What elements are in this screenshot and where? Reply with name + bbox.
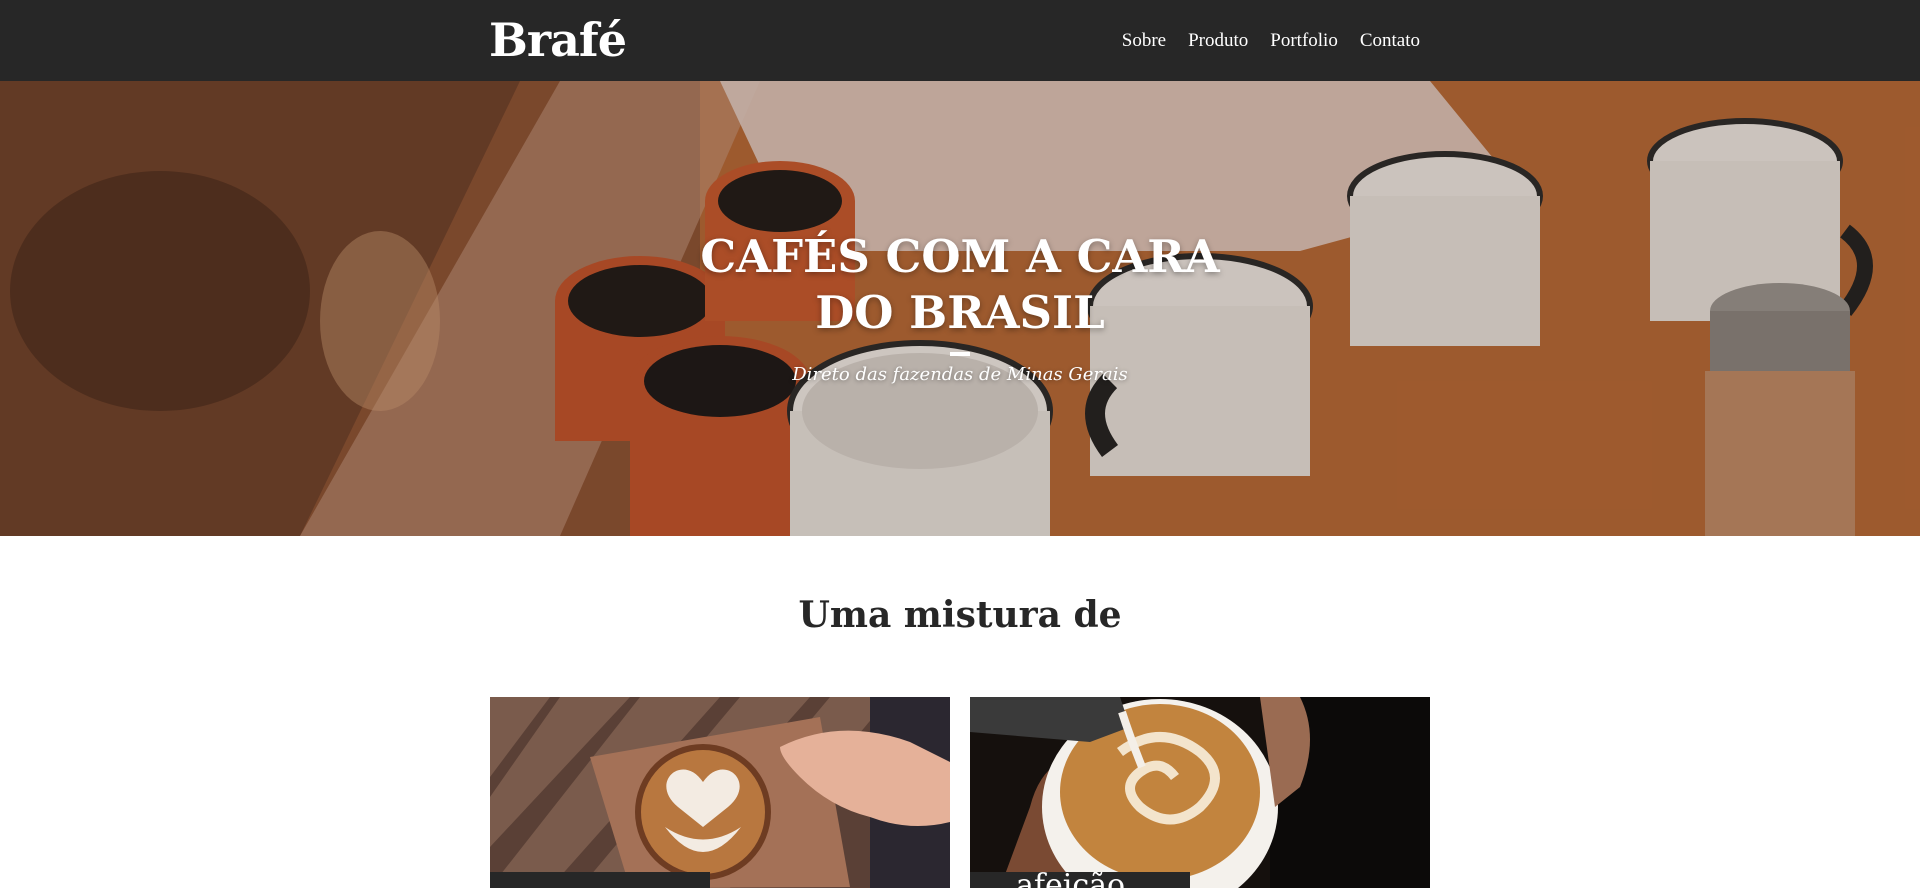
feature-card-1[interactable] — [490, 697, 950, 888]
card-caption — [490, 872, 710, 888]
nav-link-produto[interactable]: Produto — [1188, 30, 1248, 52]
latte-pour-photo — [970, 697, 1430, 888]
hero-subtitle: Direto das fazendas de Minas Gerais — [792, 364, 1128, 385]
site-header: Brafé Sobre Produto Portfolio Contato — [0, 0, 1920, 81]
hero-title: CAFÉS COM A CARA DO BRASIL — [660, 229, 1260, 341]
hero-divider — [950, 352, 970, 356]
hero-title-line-1: CAFÉS COM A CARA — [700, 230, 1220, 283]
nav-link-contato[interactable]: Contato — [1360, 30, 1420, 52]
nav-link-portfolio[interactable]: Portfolio — [1270, 30, 1338, 52]
hero-banner: CAFÉS COM A CARA DO BRASIL Direto das fa… — [0, 81, 1920, 536]
section-heading: Uma mistura de — [798, 594, 1122, 636]
main-nav: Sobre Produto Portfolio Contato — [1122, 0, 1420, 81]
feature-card-2[interactable]: afeição — [970, 697, 1430, 888]
logo[interactable]: Brafé — [489, 10, 627, 70]
latte-art-heart-photo — [490, 697, 950, 888]
card-caption: afeição — [970, 872, 1190, 888]
hero-title-line-2: DO BRASIL — [815, 286, 1105, 339]
card-caption-text: afeição — [1016, 872, 1125, 888]
nav-link-sobre[interactable]: Sobre — [1122, 30, 1166, 52]
